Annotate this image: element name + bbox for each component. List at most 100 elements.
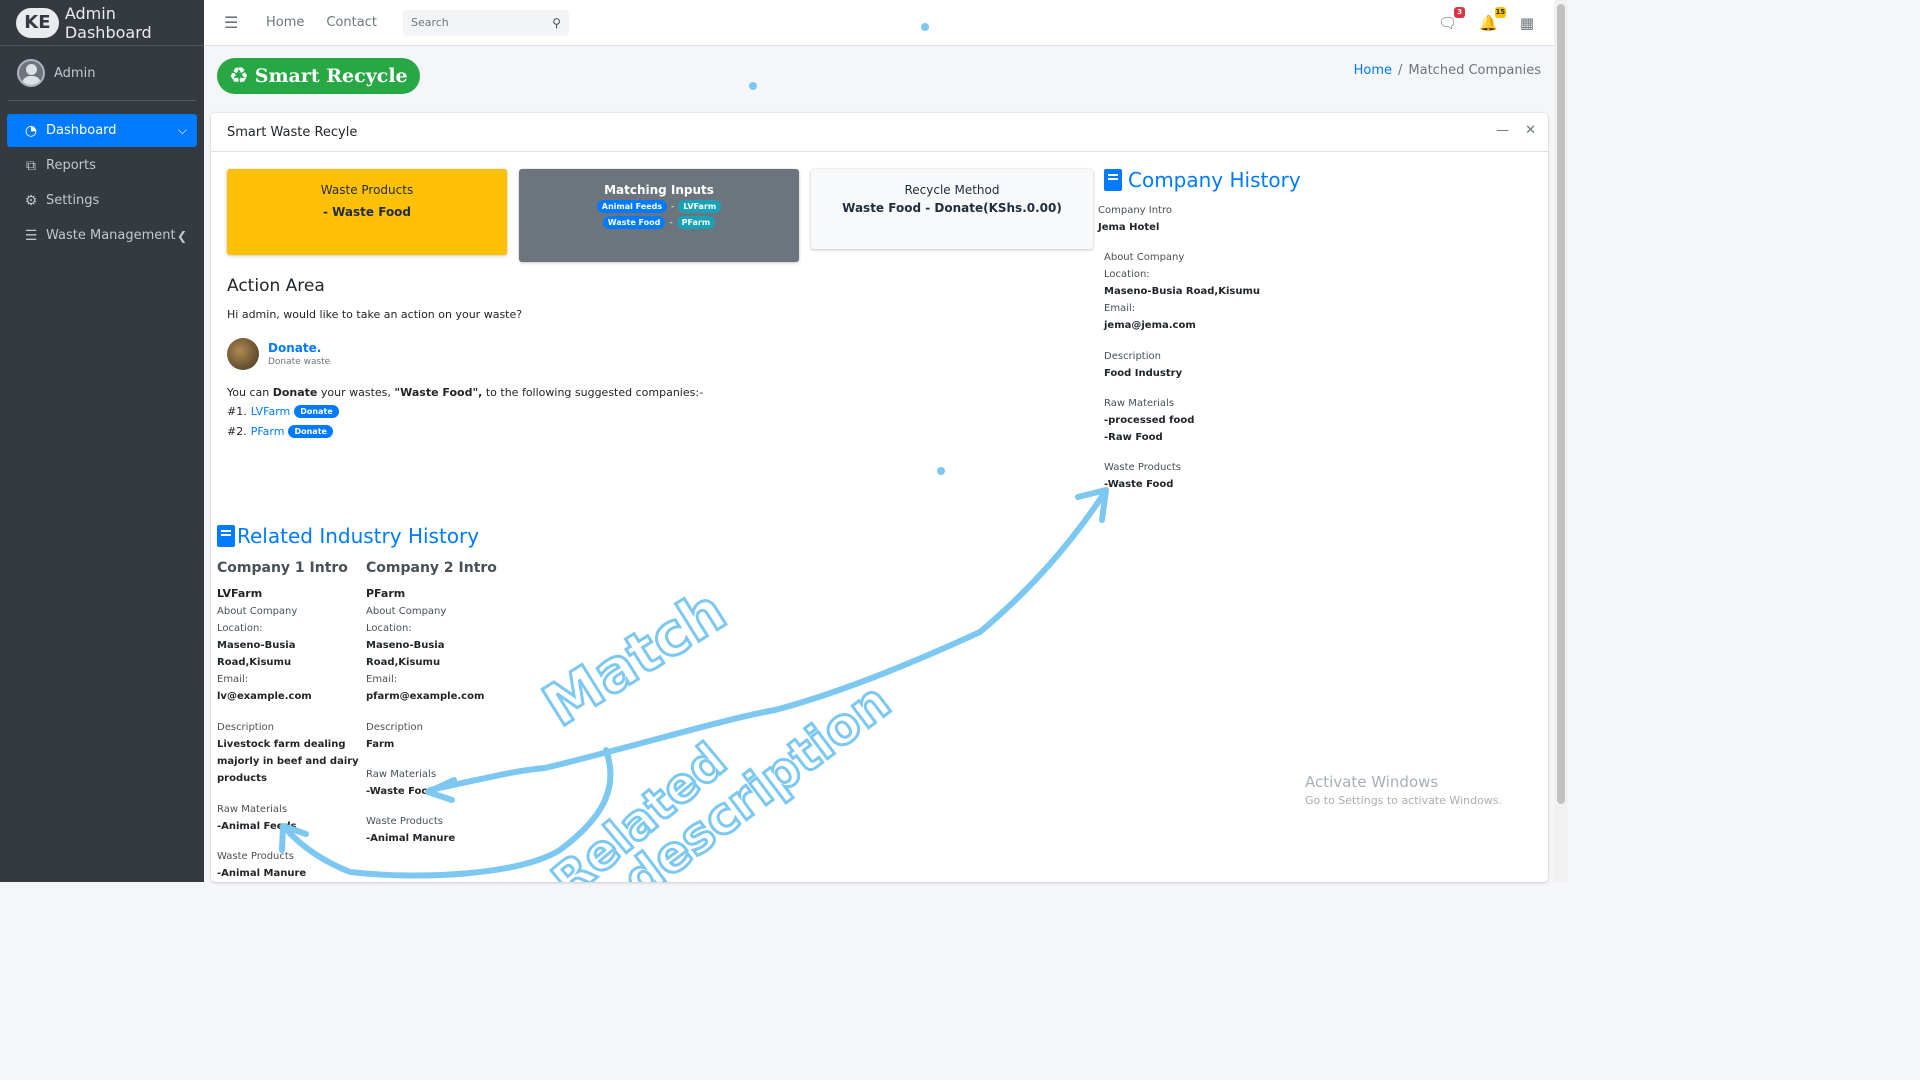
company-history-title: Company History bbox=[1128, 168, 1301, 192]
waste-product-value: -Waste Food bbox=[1104, 479, 1174, 490]
email-label: Email: bbox=[217, 674, 249, 685]
scrollbar-thumb[interactable] bbox=[1557, 4, 1565, 804]
description-value: products bbox=[217, 773, 267, 784]
collapse-icon[interactable]: — bbox=[1496, 123, 1509, 138]
sidebar-item-dashboard[interactable]: ◔ Dashboard ⌵ bbox=[7, 114, 197, 147]
chevron-down-icon: ⌵ bbox=[177, 123, 187, 137]
activation-watermark: Activate Windows Go to Settings to activ… bbox=[1305, 773, 1502, 807]
suggestion-company-link[interactable]: LVFarm bbox=[251, 405, 291, 418]
bell-icon[interactable]: 🔔 15 bbox=[1479, 7, 1506, 32]
raw-materials-label: Raw Materials bbox=[217, 804, 288, 815]
search-icon[interactable]: ⚲ bbox=[552, 16, 561, 30]
description-label: Description bbox=[366, 722, 423, 733]
breadcrumb-current: Matched Companies bbox=[1408, 63, 1541, 78]
company-2-name: PFarm bbox=[366, 587, 406, 600]
suggest-mid: your wastes, bbox=[317, 386, 395, 399]
dash-separator: - bbox=[669, 217, 673, 228]
avatar bbox=[17, 59, 45, 87]
menu-toggle-icon[interactable]: ☰ bbox=[224, 13, 244, 32]
breadcrumb-separator: / bbox=[1398, 63, 1403, 78]
related-industry-heading: Related Industry History bbox=[217, 524, 479, 548]
suggestion-item: #1. LVFarm Donate bbox=[227, 405, 339, 418]
location-value: Maseno-Busia bbox=[366, 640, 445, 651]
description-label: Description bbox=[1104, 351, 1161, 362]
matching-input-badge: Waste Food bbox=[602, 216, 666, 229]
matching-row: Waste Food - PFarm bbox=[519, 216, 799, 229]
description-value: Food Industry bbox=[1104, 368, 1183, 379]
user-name[interactable]: Admin bbox=[54, 66, 95, 81]
donate-button[interactable]: Donate bbox=[288, 425, 333, 438]
messages-badge: 3 bbox=[1454, 7, 1466, 18]
annotation-dot bbox=[749, 82, 757, 90]
sidebar-item-reports[interactable]: ⧉ Reports bbox=[7, 149, 197, 182]
donate-link[interactable]: Donate. bbox=[268, 341, 330, 355]
gauge-icon: ◔ bbox=[24, 122, 38, 139]
email-value: lv@example.com bbox=[217, 691, 312, 702]
raw-materials-label: Raw Materials bbox=[366, 769, 437, 780]
description-value: Livestock farm dealing bbox=[217, 739, 346, 750]
sidebar-item-label: Waste Management bbox=[46, 228, 176, 243]
main-card: Smart Waste Recyle — ✕ Waste Products - … bbox=[211, 113, 1548, 882]
messages-icon[interactable]: 🗨 3 bbox=[1438, 7, 1466, 32]
book-icon bbox=[217, 525, 235, 547]
breadcrumb-home[interactable]: Home bbox=[1354, 63, 1392, 78]
brand-logo: KE bbox=[16, 7, 59, 38]
matching-inputs-title: Matching Inputs bbox=[604, 183, 714, 197]
email-label: Email: bbox=[1104, 303, 1136, 314]
matching-input-badge: Animal Feeds bbox=[596, 200, 668, 213]
list-icon: ☰ bbox=[24, 227, 38, 244]
watermark-subtitle: Go to Settings to activate Windows. bbox=[1305, 794, 1503, 807]
raw-material-value: -Raw Food bbox=[1104, 432, 1163, 443]
email-value: pfarm@example.com bbox=[366, 691, 485, 702]
sidebar-item-label: Dashboard bbox=[46, 123, 117, 138]
donate-option[interactable]: Donate. Donate waste bbox=[227, 338, 330, 370]
search-input[interactable]: Search ⚲ bbox=[402, 9, 569, 36]
sidebar-item-settings[interactable]: ⚙ Settings bbox=[7, 184, 197, 217]
matching-inputs-box: Matching Inputs Animal Feeds - LVFarm Wa… bbox=[519, 169, 799, 262]
sidebar: KE Admin Dashboard Admin ◔ Dashboard ⌵ ⧉… bbox=[0, 0, 204, 882]
suggest-action: Donate bbox=[272, 386, 318, 399]
suggestion-text: You can Donate your wastes, "Waste Food"… bbox=[227, 386, 703, 399]
location-value: Road,Kisumu bbox=[217, 657, 292, 668]
recycle-method-box: Recycle Method Waste Food - Donate(KShs.… bbox=[811, 169, 1093, 249]
search-placeholder: Search bbox=[410, 16, 449, 29]
location-value: Road,Kisumu bbox=[366, 657, 441, 668]
waste-products-box: Waste Products - Waste Food bbox=[227, 169, 507, 255]
nav-link-home[interactable]: Home bbox=[266, 15, 304, 30]
breadcrumb: Home / Matched Companies bbox=[1354, 63, 1541, 78]
donate-button[interactable]: Donate bbox=[294, 405, 339, 418]
location-value: Maseno-Busia bbox=[217, 640, 296, 651]
close-icon[interactable]: ✕ bbox=[1525, 123, 1536, 138]
suggestion-number: #1. bbox=[227, 405, 247, 418]
location-value: Maseno-Busia Road,Kisumu bbox=[1104, 286, 1260, 297]
about-company-label: About Company bbox=[1104, 252, 1185, 263]
description-value: Farm bbox=[366, 739, 395, 750]
email-label: Email: bbox=[366, 674, 398, 685]
matching-row: Animal Feeds - LVFarm bbox=[519, 200, 799, 213]
company-intro-value: Jema Hotel bbox=[1098, 222, 1160, 233]
suggest-pre: You can bbox=[227, 386, 273, 399]
grid-icon[interactable]: ▦ bbox=[1520, 14, 1534, 32]
gear-icon: ⚙ bbox=[24, 192, 38, 209]
nav-link-contact[interactable]: Contact bbox=[326, 15, 377, 30]
related-industry-title: Related Industry History bbox=[237, 524, 480, 548]
brand-link[interactable]: KE Admin Dashboard bbox=[0, 0, 204, 46]
suggestion-company-link[interactable]: PFarm bbox=[251, 425, 285, 438]
card-title: Smart Waste Recyle bbox=[227, 124, 358, 140]
waste-products-value: - Waste Food bbox=[322, 205, 412, 219]
copy-icon: ⧉ bbox=[26, 157, 36, 174]
recycle-icon: ♻ bbox=[229, 63, 249, 89]
card-header: Smart Waste Recyle — ✕ bbox=[211, 113, 1548, 152]
sidebar-item-label: Settings bbox=[46, 193, 100, 208]
user-panel[interactable]: Admin bbox=[8, 46, 196, 101]
about-company-label: About Company bbox=[366, 606, 447, 617]
sidebar-item-waste-management[interactable]: ☰ Waste Management ❮ bbox=[7, 219, 197, 252]
recycle-method-title: Recycle Method bbox=[904, 183, 1000, 197]
company-1-name: LVFarm bbox=[217, 587, 263, 600]
waste-product-value: -Animal Manure bbox=[366, 833, 456, 844]
watermark-title: Activate Windows bbox=[1305, 773, 1439, 791]
matching-company-badge: PFarm bbox=[676, 216, 716, 229]
navbar-right: 🗨 3 🔔 15 ▦ bbox=[1416, 0, 1534, 46]
notifications-badge: 15 bbox=[1494, 7, 1506, 18]
page-scrollbar[interactable] bbox=[1554, 0, 1568, 882]
